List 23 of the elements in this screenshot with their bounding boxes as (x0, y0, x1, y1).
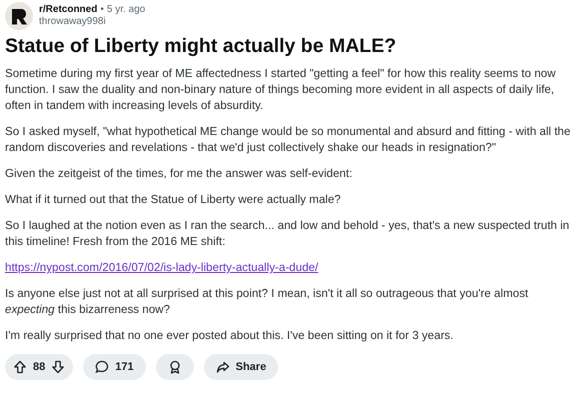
body-paragraph: Is anyone else just not at all surprised at this point? I mean, isn't it all so outrageous that you're almost expecting this bizarreness now? (5, 286, 530, 318)
downvote-icon[interactable] (51, 360, 66, 374)
body-paragraph: I'm really surprised that no one ever posted about this. I've been sitting on it for 3 years. (5, 328, 454, 344)
share-arrow-icon (216, 360, 230, 374)
post-title: Statue of Liberty might actually be MALE? (5, 34, 398, 58)
award-icon (168, 360, 182, 374)
community-avatar-icon[interactable] (5, 2, 33, 30)
body-paragraph: So I laughed at the notion even as I ran the search... and low and behold - yes, that's a new suspected truth in this timeline! Fresh from the 2016 ME shift: (5, 218, 570, 250)
post-age: 5 yr. ago (106, 4, 146, 16)
share-button[interactable]: Share (204, 354, 278, 380)
speech-bubble-icon (95, 360, 110, 374)
body-paragraph: So I asked myself, "what hypothetical ME change would be so monumental and absurd and fitting - with all the random discoveries and revelations - that we'd just collectively shake our heads in resignation?" (5, 124, 572, 156)
author-name[interactable]: throwaway998i (39, 16, 146, 28)
separator-dot: • (100, 4, 104, 16)
award-button[interactable] (156, 354, 194, 380)
article-link[interactable]: https://nypost.com/2016/07/02/is-lady-liberty-actually-a-dude/ (5, 261, 318, 274)
subreddit-name[interactable]: r/Retconned (39, 4, 98, 16)
comments-button[interactable]: 171 (83, 354, 146, 380)
vote-count: 88 (33, 361, 46, 373)
body-paragraph: What if it turned out that the Statue of Liberty were actually male? (5, 192, 342, 208)
body-paragraph: Given the zeitgeist of the times, for me the answer was self-evident: (5, 166, 354, 182)
upvote-icon[interactable] (13, 360, 27, 374)
body-paragraph: Sometime during my first year of ME affectedness I started "getting a feel" for how this reality seems to now function. I saw the duality and non-binary nature of things becoming more evident in all aspects of daily life, often in tandem with increasing levels of absurdity. (5, 66, 557, 114)
